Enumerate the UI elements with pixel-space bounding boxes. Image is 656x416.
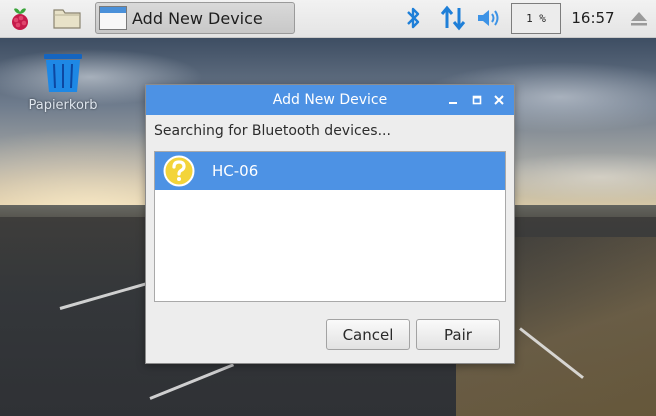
volume-button[interactable] (476, 3, 502, 33)
menu-button[interactable] (4, 3, 36, 33)
search-status-text: Searching for Bluetooth devices... (154, 123, 391, 139)
device-list[interactable]: HC-06 (154, 151, 506, 302)
bluetooth-icon (407, 7, 420, 29)
taskbar-window-button[interactable]: Add New Device (95, 2, 295, 34)
cancel-button[interactable]: Cancel (326, 319, 410, 350)
device-list-item[interactable]: HC-06 (155, 152, 505, 190)
folder-icon (53, 9, 81, 29)
desktop-trash-item[interactable]: Papierkorb (22, 50, 104, 120)
minimize-button[interactable] (443, 90, 463, 110)
clock[interactable]: 16:57 (568, 0, 618, 37)
maximize-icon (472, 95, 482, 105)
device-name: HC-06 (212, 162, 259, 180)
cpu-monitor[interactable]: 1 % (511, 3, 561, 34)
network-button[interactable] (438, 3, 468, 33)
trash-can-icon (44, 54, 82, 92)
cpu-usage-text: 1 % (526, 12, 546, 25)
network-arrows-icon (440, 5, 466, 31)
window-icon (99, 6, 127, 30)
taskbar: Add New Device 1 % 16:57 (0, 0, 656, 38)
eject-button[interactable] (627, 3, 651, 33)
dialog-titlebar[interactable]: Add New Device (146, 85, 514, 115)
close-button[interactable] (489, 90, 509, 110)
trash-label: Papierkorb (28, 98, 98, 113)
raspberry-pi-icon (12, 8, 28, 30)
eject-icon (631, 12, 647, 26)
maximize-button[interactable] (467, 90, 487, 110)
add-device-dialog: Add New Device Searching for Bluetooth d… (145, 84, 515, 364)
pair-button[interactable]: Pair (416, 319, 500, 350)
question-mark-icon (163, 155, 195, 187)
minimize-icon (449, 102, 457, 104)
bluetooth-button[interactable] (402, 3, 424, 33)
volume-icon (478, 10, 499, 26)
taskbar-window-label: Add New Device (132, 8, 263, 28)
file-manager-button[interactable] (50, 3, 84, 33)
close-icon (494, 95, 504, 105)
